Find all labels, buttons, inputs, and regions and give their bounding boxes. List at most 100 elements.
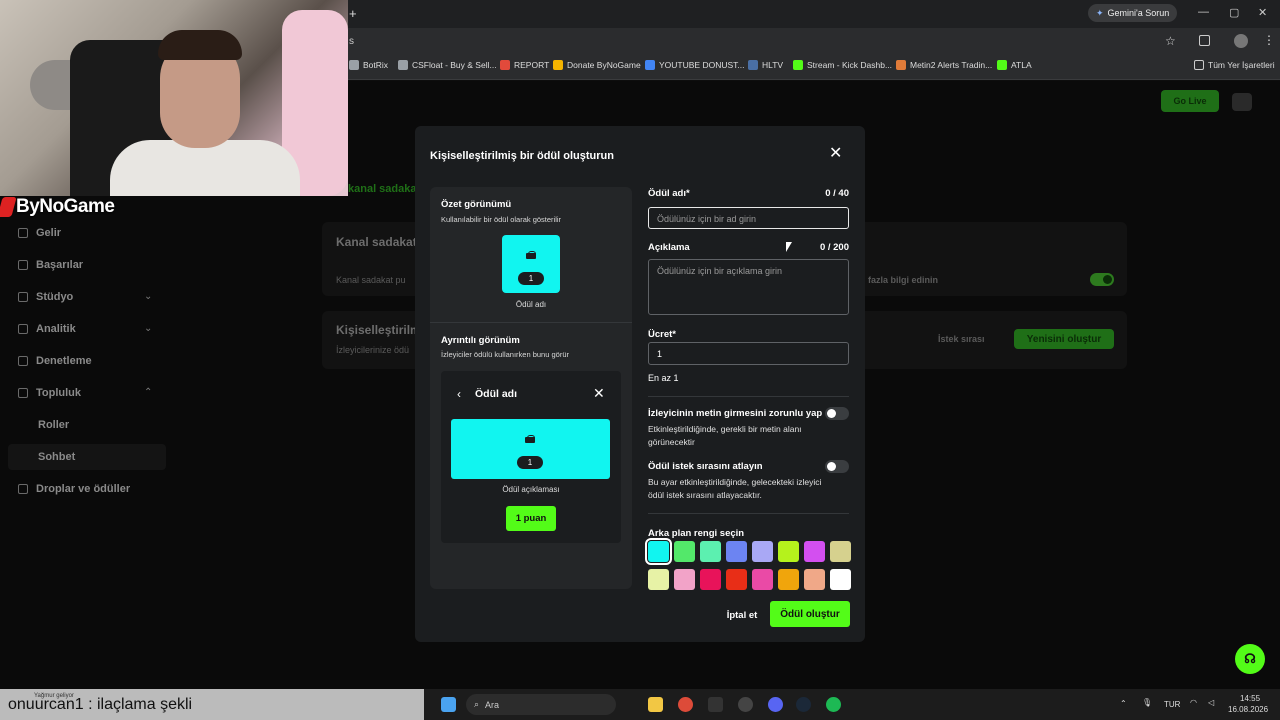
color-swatch[interactable]	[674, 541, 695, 562]
menu-dots-icon[interactable]: ⋮	[1263, 33, 1275, 47]
sidebar-item-topluluk[interactable]: Topluluk	[18, 387, 81, 399]
app-icon[interactable]	[708, 697, 723, 712]
bookmark-atla[interactable]: ATLA	[997, 60, 1032, 70]
learn-more-link[interactable]: fazla bilgi edinin	[868, 275, 938, 285]
close-icon[interactable]: ✕	[829, 146, 842, 162]
user-avatar[interactable]	[1232, 93, 1252, 111]
color-swatch[interactable]	[674, 569, 695, 590]
taskbar-search[interactable]: ⌕ Ara	[466, 694, 616, 715]
skip-queue-toggle[interactable]	[825, 460, 849, 473]
minimize-button[interactable]: —	[1198, 6, 1209, 18]
color-swatch[interactable]	[726, 541, 747, 562]
sidebar-item-denetleme[interactable]: Denetleme	[18, 355, 92, 367]
loyalty-toggle[interactable]	[1090, 273, 1114, 286]
bookmark-botrix[interactable]: BotRix	[349, 60, 388, 70]
go-live-button[interactable]: Go Live	[1161, 90, 1219, 112]
color-swatch[interactable]	[726, 569, 747, 590]
close-icon: ✕	[593, 385, 605, 401]
points-button: 1 puan	[506, 506, 556, 531]
analytics-icon	[18, 324, 28, 334]
color-swatch[interactable]	[804, 569, 825, 590]
chevron-down-icon[interactable]: ⌄	[144, 291, 152, 302]
bookmark-csfloat[interactable]: CSFloat - Buy & Sell...	[398, 60, 497, 70]
require-text-toggle[interactable]	[825, 407, 849, 420]
gemini-button[interactable]: ✦ Gemini'a Sorun	[1088, 4, 1178, 22]
custom-rewards-sub: İzleyicilerinize ödü	[336, 345, 410, 355]
price-label: Ücret*	[648, 329, 676, 340]
all-bookmarks[interactable]: Tüm Yer İşaretleri	[1194, 60, 1275, 70]
language-indicator[interactable]: TUR	[1164, 700, 1180, 709]
color-swatch[interactable]	[778, 541, 799, 562]
brand-logo: ByNoGame	[0, 196, 115, 218]
search-icon: ⌕	[474, 699, 480, 709]
color-swatch[interactable]	[830, 541, 851, 562]
sidebar-label: Analitik	[36, 323, 76, 335]
new-tab-button[interactable]: +	[349, 6, 357, 21]
help-button[interactable]: ☊	[1235, 644, 1265, 674]
bookmark-label: CSFloat - Buy & Sell...	[412, 60, 497, 70]
sidebar-item-droplar[interactable]: Droplar ve ödüller	[18, 483, 130, 495]
tray-chevron-icon[interactable]: ⌃	[1120, 699, 1127, 708]
sidebar-item-studyo[interactable]: Stüdyo	[18, 291, 73, 303]
bookmark-icon	[398, 60, 408, 70]
name-label: Ödül adı*	[648, 188, 690, 199]
summary-sub: Kullanılabilir bir ödül olarak gösterili…	[441, 215, 562, 224]
color-swatch[interactable]	[648, 569, 669, 590]
sidebar-label: Stüdyo	[36, 291, 74, 303]
sidebar-item-basarilar[interactable]: Başarılar	[18, 259, 83, 271]
sidebar-active-bg	[8, 444, 166, 470]
star-icon[interactable]: ☆	[1165, 34, 1176, 48]
chevron-up-icon[interactable]: ⌃	[144, 387, 152, 398]
maximize-button[interactable]: ▢	[1229, 6, 1239, 19]
color-swatch[interactable]	[778, 569, 799, 590]
create-new-button[interactable]: Yenisini oluştur	[1014, 329, 1114, 349]
sidebar-label: Denetleme	[36, 355, 92, 367]
queue-link[interactable]: İstek sırası	[938, 334, 985, 344]
extensions-icon[interactable]	[1199, 35, 1210, 46]
microphone-icon[interactable]: 🎙	[1142, 698, 1152, 707]
color-swatch[interactable]	[700, 541, 721, 562]
chevron-left-icon: ‹	[457, 387, 461, 401]
color-swatch[interactable]	[830, 569, 851, 590]
create-reward-button[interactable]: Ödül oluştur	[770, 601, 850, 627]
sidebar-item-sohbet[interactable]: Sohbet	[38, 451, 75, 463]
profile-avatar[interactable]	[1234, 34, 1248, 48]
sidebar-item-analitik[interactable]: Analitik	[18, 323, 76, 335]
chrome-icon[interactable]	[678, 697, 693, 712]
file-explorer-icon[interactable]	[648, 697, 663, 712]
clock-date[interactable]: 16.08.2026	[1228, 705, 1268, 714]
reward-description-input[interactable]: Ödülünüz için bir açıklama girin	[648, 259, 849, 315]
detail-reward-desc: Ödül açıklaması	[502, 485, 560, 494]
color-swatch[interactable]	[645, 538, 672, 565]
chevron-down-icon[interactable]: ⌄	[144, 323, 152, 334]
color-swatch[interactable]	[752, 569, 773, 590]
sidebar-label: Roller	[38, 419, 70, 431]
sidebar-item-roller[interactable]: Roller	[38, 419, 69, 431]
sidebar-item-gelir[interactable]: Gelir	[18, 227, 61, 239]
cancel-button[interactable]: İptal et	[721, 603, 763, 627]
discord-icon[interactable]	[768, 697, 783, 712]
volume-icon[interactable]: ◁	[1208, 698, 1214, 707]
close-window-button[interactable]: ✕	[1258, 6, 1267, 19]
color-swatch[interactable]	[700, 569, 721, 590]
reward-name-input[interactable]: Ödülünüz için bir ad girin	[648, 207, 849, 229]
bookmark-donate[interactable]: Donate ByNoGame	[553, 60, 641, 70]
task-view-icon[interactable]	[620, 697, 635, 712]
price-input[interactable]: 1	[648, 342, 849, 365]
clock-time[interactable]: 14:55	[1240, 694, 1260, 703]
cost-badge: 1	[518, 272, 544, 285]
steam-icon[interactable]	[796, 697, 811, 712]
bookmark-youtube[interactable]: YOUTUBE DONUST...	[645, 60, 744, 70]
spotify-icon[interactable]	[826, 697, 841, 712]
bookmark-kick[interactable]: Stream - Kick Dashb...	[793, 60, 892, 70]
windows-start-icon[interactable]	[441, 697, 456, 712]
app-icon[interactable]	[738, 697, 753, 712]
bookmark-label: BotRix	[363, 60, 389, 70]
bookmark-report[interactable]: REPORT	[500, 60, 549, 70]
wifi-icon[interactable]: ◠	[1190, 698, 1197, 707]
color-swatch[interactable]	[804, 541, 825, 562]
bookmark-icon	[896, 60, 906, 70]
color-swatch[interactable]	[752, 541, 773, 562]
bookmark-metin2[interactable]: Metin2 Alerts Tradin...	[896, 60, 992, 70]
bookmark-hltv[interactable]: HLTV	[748, 60, 783, 70]
